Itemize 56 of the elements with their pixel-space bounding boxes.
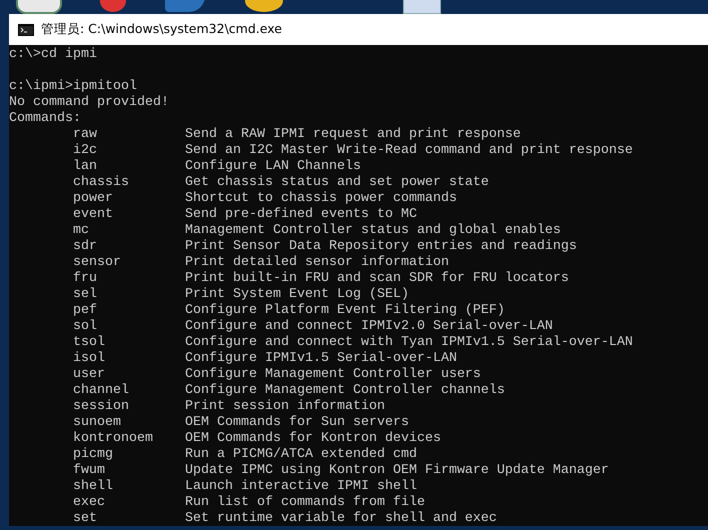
command-description: Configure and connect IPMIv2.0 Serial-over-LAN — [185, 319, 553, 335]
command-name: shell — [73, 479, 114, 495]
console-output-line: Commands: — [9, 111, 82, 127]
command-description: Configure and connect with Tyan IPMIv1.5 Serial-over-LAN — [185, 335, 633, 351]
command-name: channel — [73, 383, 130, 399]
command-name: kontronoem — [73, 431, 154, 447]
command-name: sdr — [73, 239, 98, 255]
command-description: Configure Management Controller channels — [185, 383, 505, 399]
window-title: 管理员: C:\windows\system32\cmd.exe — [41, 21, 282, 38]
command-prompt-line: c:\ipmi>ipmitool — [9, 79, 138, 95]
command-description: Send an I2C Master Write-Read command and print response — [185, 143, 633, 159]
command-description: OEM Commands for Sun servers — [185, 415, 409, 431]
command-description: Send pre-defined events to MC — [185, 207, 417, 223]
command-description: Print session information — [185, 399, 385, 415]
command-description: Set runtime variable for shell and exec — [185, 511, 497, 526]
command-name: chassis — [73, 175, 130, 191]
terminal-icon — [18, 24, 34, 36]
command-name: tsol — [73, 335, 106, 351]
command-description: Run list of commands from file — [185, 495, 425, 511]
command-name: sel — [73, 287, 98, 303]
command-name: fwum — [73, 463, 106, 479]
command-name: isol — [73, 351, 106, 367]
command-name: set — [73, 511, 98, 526]
command-description: Update IPMC using Kontron OEM Firmware Update Manager — [185, 463, 609, 479]
command-description: Print Sensor Data Repository entries and readings — [185, 239, 577, 255]
command-name: event — [73, 207, 114, 223]
command-name: mc — [73, 223, 90, 239]
command-name: sol — [73, 319, 98, 335]
command-description: Shortcut to chassis power commands — [185, 191, 457, 207]
command-description: Configure LAN Channels — [185, 159, 361, 175]
command-description: Run a PICMG/ATCA extended cmd — [185, 447, 417, 463]
command-description: Configure Management Controller users — [185, 367, 481, 383]
command-description: Configure Platform Event Filtering (PEF) — [185, 303, 505, 319]
console-output-line: No command provided! — [9, 95, 170, 111]
command-description: Send a RAW IPMI request and print response — [185, 127, 521, 143]
command-prompt-line: c:\>cd ipmi — [9, 47, 98, 63]
command-description: OEM Commands for Kontron devices — [185, 431, 441, 447]
command-description: Print built-in FRU and scan SDR for FRU locators — [185, 271, 569, 287]
command-name: fru — [73, 271, 98, 287]
command-name: sensor — [73, 255, 122, 271]
command-description: Management Controller status and global enables — [185, 223, 561, 239]
command-name: picmg — [73, 447, 114, 463]
command-name: user — [73, 367, 106, 383]
command-name: lan — [73, 159, 98, 175]
command-description: Configure IPMIv1.5 Serial-over-LAN — [185, 351, 457, 367]
command-description: Launch interactive IPMI shell — [185, 479, 417, 495]
command-name: i2c — [73, 143, 98, 159]
command-description: Print System Event Log (SEL) — [185, 287, 409, 303]
command-name: raw — [73, 127, 98, 143]
command-description: Print detailed sensor information — [185, 255, 449, 271]
command-name: power — [73, 191, 114, 207]
command-name: pef — [73, 303, 98, 319]
command-name: exec — [73, 495, 106, 511]
command-name: session — [73, 399, 130, 415]
command-name: sunoem — [73, 415, 122, 431]
command-description: Get chassis status and set power state — [185, 175, 489, 191]
